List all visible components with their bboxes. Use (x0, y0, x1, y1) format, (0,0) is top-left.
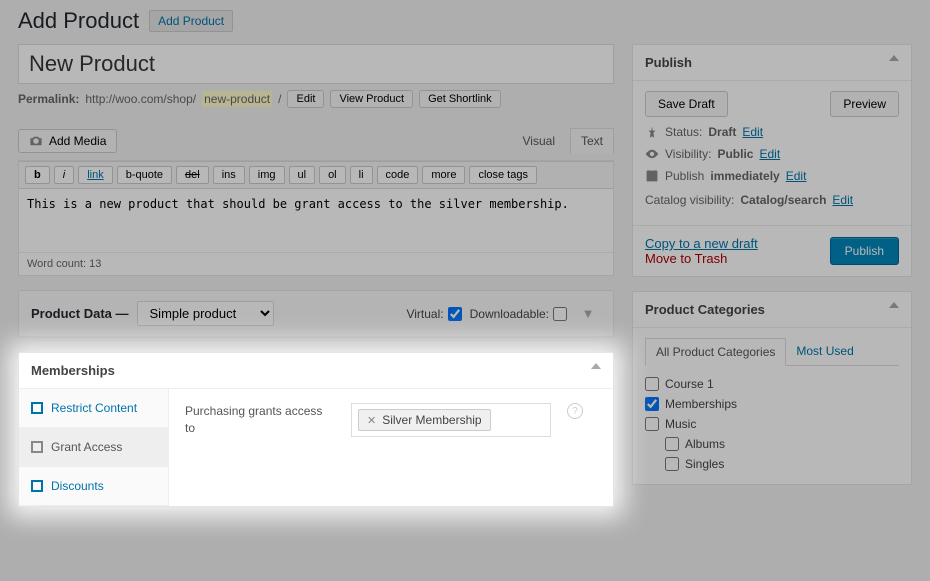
tab-restrict-content[interactable]: Restrict Content (19, 389, 168, 428)
memberships-title: Memberships (31, 363, 115, 378)
tab-text[interactable]: Text (570, 128, 614, 154)
move-trash-link[interactable]: Move to Trash (645, 251, 727, 266)
quicktags-toolbar: b i link b-quote del ins img ul ol li co… (19, 161, 613, 189)
qt-ol[interactable]: ol (319, 166, 346, 184)
square-icon (31, 402, 43, 414)
cat-item[interactable]: Memberships (645, 394, 899, 414)
publish-title: Publish (645, 55, 692, 70)
virtual-checkbox[interactable] (448, 307, 462, 321)
qt-b[interactable]: b (25, 166, 50, 184)
membership-token[interactable]: ✕ Silver Membership (358, 409, 491, 431)
cat-checkbox[interactable] (645, 417, 659, 431)
tab-most-used[interactable]: Most Used (786, 338, 863, 365)
edit-slug-button[interactable]: Edit (287, 90, 324, 108)
collapse-icon[interactable] (591, 363, 601, 369)
square-icon (31, 441, 43, 453)
save-draft-button[interactable]: Save Draft (645, 91, 728, 117)
cat-item[interactable]: Albums (665, 434, 899, 454)
cat-checkbox[interactable] (645, 377, 659, 391)
cat-item[interactable]: Music (645, 414, 899, 434)
cat-item[interactable]: Course 1 (645, 374, 899, 394)
categories-title: Product Categories (645, 302, 765, 317)
qt-li[interactable]: li (350, 166, 373, 184)
word-count: Word count: 13 (19, 252, 613, 275)
add-media-button[interactable]: Add Media (18, 129, 117, 153)
qt-bquote[interactable]: b-quote (117, 166, 172, 184)
cat-checkbox[interactable] (665, 437, 679, 451)
help-icon[interactable]: ? (567, 403, 583, 419)
collapse-icon[interactable] (889, 302, 899, 308)
qt-more[interactable]: more (422, 166, 465, 184)
qt-code[interactable]: code (377, 166, 419, 184)
collapse-icon[interactable] (889, 55, 899, 61)
publish-button[interactable]: Publish (830, 237, 899, 265)
permalink-label: Permalink: (18, 92, 79, 106)
tab-all-categories[interactable]: All Product Categories (645, 338, 786, 366)
qt-ul[interactable]: ul (289, 166, 316, 184)
qt-link[interactable]: link (78, 166, 113, 184)
downloadable-checkbox[interactable] (553, 307, 567, 321)
tab-visual[interactable]: Visual (512, 128, 566, 154)
downloadable-checkbox-wrap[interactable]: Downloadable: (470, 307, 567, 321)
view-product-button[interactable]: View Product (330, 90, 413, 108)
camera-icon (29, 134, 43, 148)
virtual-checkbox-wrap[interactable]: Virtual: (406, 307, 461, 321)
content-textarea[interactable]: This is a new product that should be gra… (19, 189, 613, 249)
product-title-input[interactable] (18, 44, 614, 84)
category-list: Course 1 Memberships Music Albums Single… (645, 374, 899, 474)
tab-grant-access[interactable]: Grant Access (19, 428, 168, 467)
panel-toggle-icon[interactable]: ▼ (575, 306, 601, 321)
qt-del[interactable]: del (176, 166, 209, 184)
add-product-button[interactable]: Add Product (149, 10, 233, 32)
edit-catalog-link[interactable]: Edit (832, 193, 853, 207)
calendar-icon (645, 169, 659, 183)
eye-icon (645, 147, 659, 161)
qt-i[interactable]: i (54, 166, 74, 184)
qt-close[interactable]: close tags (469, 166, 537, 184)
edit-status-link[interactable]: Edit (742, 125, 763, 139)
qt-ins[interactable]: ins (213, 166, 245, 184)
cat-checkbox[interactable] (645, 397, 659, 411)
permalink-slug: new-product (202, 91, 272, 107)
pin-icon (645, 125, 659, 139)
product-data-label: Product Data — (31, 306, 129, 321)
product-type-select[interactable]: Simple product (137, 301, 274, 326)
square-icon (31, 480, 43, 492)
copy-draft-link[interactable]: Copy to a new draft (645, 236, 758, 251)
page-title: Add Product (18, 8, 139, 34)
grant-access-label: Purchasing grants access to (185, 403, 335, 437)
edit-schedule-link[interactable]: Edit (786, 169, 807, 183)
preview-button[interactable]: Preview (830, 91, 899, 117)
edit-visibility-link[interactable]: Edit (759, 147, 780, 161)
permalink-base: http://woo.com/shop/ (85, 92, 196, 106)
qt-img[interactable]: img (249, 166, 285, 184)
remove-token-icon[interactable]: ✕ (367, 414, 376, 427)
cat-checkbox[interactable] (665, 457, 679, 471)
tab-discounts[interactable]: Discounts (19, 467, 168, 506)
membership-token-input[interactable]: ✕ Silver Membership (351, 403, 551, 437)
cat-item[interactable]: Singles (665, 454, 899, 474)
get-shortlink-button[interactable]: Get Shortlink (419, 90, 501, 108)
